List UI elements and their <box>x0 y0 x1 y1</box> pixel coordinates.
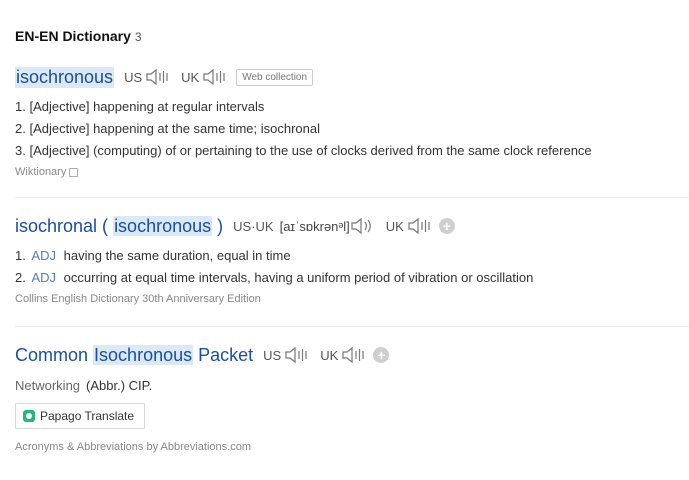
def-num: 2. <box>15 121 26 136</box>
speaker-icon[interactable] <box>341 345 367 365</box>
definition-item: 2. ADJ occurring at equal time intervals… <box>15 267 689 289</box>
definition-item: 2. [Adjective] happening at the same tim… <box>15 118 689 140</box>
pron-us-label: US <box>263 347 282 363</box>
source-line: Wiktionary <box>15 166 689 178</box>
section-title-text: EN-EN Dictionary <box>15 28 131 44</box>
speaker-icon[interactable] <box>350 216 376 236</box>
definition-item: 1. [Adjective] happening at regular inte… <box>15 96 689 118</box>
def-text: occurring at equal time intervals, havin… <box>63 270 534 285</box>
copy-icon[interactable] <box>69 167 79 177</box>
def-num: 3. <box>15 143 26 158</box>
headword-prefix: Common <box>15 344 89 365</box>
def-pos: ADJ <box>31 248 57 263</box>
speaker-icon[interactable] <box>407 216 433 236</box>
papago-icon <box>23 410 35 422</box>
entry-isochronal: isochronal ( isochronous ) US·UK [aɪˈsɒk… <box>15 213 689 305</box>
source-collins[interactable]: Collins English Dictionary 30th Annivers… <box>15 293 261 305</box>
definition-item: 1. ADJ having the same duration, equal i… <box>15 245 689 267</box>
entry-isochronous: isochronous US UK Web collection 1. [Adj… <box>15 64 689 178</box>
pronunciation-uk: UK <box>320 345 367 365</box>
source-line: Collins English Dictionary 30th Annivers… <box>15 293 689 305</box>
def-text: (computing) of or pertaining to the use … <box>93 143 592 158</box>
category-line: Networking (Abbr.) CIP. <box>15 378 689 393</box>
divider <box>15 197 689 198</box>
def-pos: ADJ <box>31 270 57 285</box>
source-abbreviations[interactable]: Acronyms & Abbreviations by Abbreviation… <box>15 441 251 453</box>
section-title: EN-EN Dictionary 3 <box>15 28 142 44</box>
def-text: happening at regular intervals <box>93 99 265 114</box>
source-wiktionary[interactable]: Wiktionary <box>15 166 66 178</box>
section-count: 3 <box>134 30 142 44</box>
speaker-icon[interactable] <box>202 67 228 87</box>
plus-icon[interactable]: + <box>438 218 455 234</box>
source-line: Acronyms & Abbreviations by Abbreviation… <box>15 441 689 453</box>
def-pos: [Adjective] <box>29 99 90 114</box>
plus-icon[interactable]: + <box>373 347 390 363</box>
headword-highlight: isochronous <box>113 215 213 236</box>
def-num: 1. <box>15 99 26 114</box>
category-label: Networking <box>15 378 81 393</box>
pronunciation-us: US <box>124 67 171 87</box>
entry-common-isochronous-packet: Common Isochronous Packet US UK + Networ… <box>15 342 689 453</box>
headword-suffix: ) <box>217 215 224 236</box>
headword-prefix: isochronal ( <box>15 215 109 236</box>
pronunciation-us: US <box>263 345 310 365</box>
headword-highlight: Isochronous <box>93 344 194 365</box>
pron-uk-label: UK <box>181 69 200 85</box>
pron-uk-label: UK <box>385 218 404 234</box>
papago-translate-button[interactable]: Papago Translate <box>15 403 146 429</box>
headword[interactable]: isochronous <box>15 66 115 88</box>
pronunciation-uk: UK <box>386 216 433 236</box>
def-pos: [Adjective] <box>29 121 90 136</box>
definition-item: 3. [Adjective] (computing) of or pertain… <box>15 140 689 162</box>
meaning-text: (Abbr.) CIP. <box>86 378 153 393</box>
pron-uk-label: UK <box>320 347 339 363</box>
pronunciation-usuk: US·UK [aɪˈsɒkrənᵊl] <box>233 216 376 236</box>
web-collection-badge: Web collection <box>236 68 314 86</box>
headword-suffix: Packet <box>198 344 254 365</box>
def-pos: [Adjective] <box>29 143 90 158</box>
def-text: having the same duration, equal in time <box>63 248 291 263</box>
pron-usuk-label: US·UK <box>233 218 274 234</box>
def-num: 2. <box>15 270 26 285</box>
def-num: 1. <box>15 248 26 263</box>
papago-label: Papago Translate <box>40 409 135 423</box>
divider <box>15 326 689 327</box>
headword[interactable]: isochronal ( isochronous ) <box>15 215 224 237</box>
pron-us-label: US <box>124 69 143 85</box>
headword[interactable]: Common Isochronous Packet <box>15 344 254 366</box>
def-text: happening at the same time; isochronal <box>93 121 320 136</box>
speaker-icon[interactable] <box>145 67 171 87</box>
speaker-icon[interactable] <box>284 345 310 365</box>
ipa-text: [aɪˈsɒkrənᵊl] <box>279 218 350 234</box>
pronunciation-uk: UK <box>181 67 228 87</box>
